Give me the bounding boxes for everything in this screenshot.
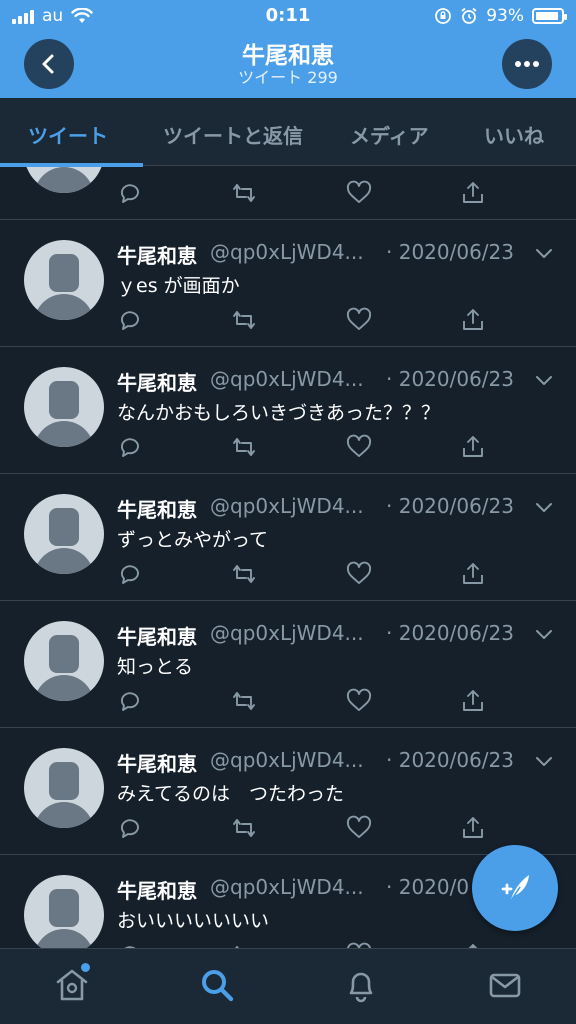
tab-tweets[interactable]: ツイート <box>28 120 108 149</box>
reply-icon[interactable] <box>117 561 143 587</box>
avatar[interactable] <box>24 875 104 948</box>
battery-icon <box>532 8 567 24</box>
retweet-icon[interactable] <box>231 434 257 460</box>
avatar[interactable] <box>24 494 104 574</box>
tweet-author-handle: @qp0xLjWD4... <box>210 621 364 645</box>
status-right: 93% <box>434 6 567 26</box>
more-horizontal-icon <box>515 61 539 67</box>
tweet-date: · 2020/06/23 <box>386 367 514 391</box>
tweet-date: · 2020/0 <box>386 875 470 899</box>
tweet-date: · 2020/06/23 <box>386 494 514 518</box>
avatar[interactable] <box>24 167 104 193</box>
share-icon[interactable] <box>460 561 486 587</box>
tweet-row[interactable] <box>0 167 576 220</box>
home-icon[interactable] <box>54 967 90 1003</box>
chevron-down-icon[interactable] <box>535 498 553 516</box>
search-icon[interactable] <box>199 967 235 1003</box>
like-icon[interactable] <box>346 561 372 587</box>
reply-icon[interactable] <box>117 307 143 333</box>
reply-icon[interactable] <box>117 688 143 714</box>
tweet-author-handle: @qp0xLjWD4... <box>210 748 364 772</box>
tweet-row[interactable]: 牛尾和恵 @qp0xLjWD4... · 2020/06/23 ずっとみやがって <box>0 474 576 601</box>
avatar[interactable] <box>24 367 104 447</box>
chevron-down-icon[interactable] <box>535 371 553 389</box>
avatar[interactable] <box>24 240 104 320</box>
share-icon[interactable] <box>460 688 486 714</box>
like-icon[interactable] <box>346 815 372 841</box>
status-bar: au 0:11 93% <box>0 0 576 32</box>
tweet-text: ずっとみやがって <box>117 529 269 551</box>
retweet-icon[interactable] <box>231 561 257 587</box>
tweet-row[interactable]: 牛尾和恵 @qp0xLjWD4... · 2020/06/23 なんかおもしろいきづき… <box>0 347 576 474</box>
chevron-down-icon[interactable] <box>535 752 553 770</box>
bottom-nav <box>0 948 576 1024</box>
battery-percent: 93% <box>486 6 524 26</box>
alarm-icon <box>461 7 477 24</box>
tweet-author-name: 牛尾和恵 <box>117 625 197 649</box>
top-bar: au 0:11 93% 牛尾和恵 ツイート 299 <box>0 0 576 98</box>
tweet-author-name: 牛尾和恵 <box>117 752 197 776</box>
retweet-icon[interactable] <box>231 180 257 206</box>
tweet-author-handle: @qp0xLjWD4... <box>210 875 364 899</box>
avatar[interactable] <box>24 621 104 701</box>
tweet-row[interactable]: 牛尾和恵 @qp0xLjWD4... · 2020/06/23 みえてるのは つたわっ… <box>0 728 576 855</box>
compose-feather-icon <box>501 875 529 903</box>
tweet-text: 知っとる <box>117 656 194 678</box>
profile-tabs: ツイート ツイートと返信 メディア いいね <box>0 98 576 166</box>
tweet-author-name: 牛尾和恵 <box>117 879 197 903</box>
avatar[interactable] <box>24 748 104 828</box>
tweet-author-handle: @qp0xLjWD4... <box>210 367 364 391</box>
tweet-row[interactable]: 牛尾和恵 @qp0xLjWD4... · 2020/06/23 ｙes が画面か <box>0 220 576 347</box>
tab-likes[interactable]: いいね <box>484 120 544 149</box>
tab-media[interactable]: メディア <box>350 120 429 149</box>
retweet-icon[interactable] <box>231 307 257 333</box>
tab-tweets-and-replies[interactable]: ツイートと返信 <box>163 120 303 149</box>
tweet-row[interactable]: 牛尾和恵 @qp0xLjWD4... · 2020/06/23 知っとる <box>0 601 576 728</box>
tweet-text: ｙes が画面か <box>117 275 240 297</box>
battery-fill <box>536 12 558 20</box>
reply-icon[interactable] <box>117 815 143 841</box>
tweet-author-handle: @qp0xLjWD4... <box>210 240 364 264</box>
share-icon[interactable] <box>460 434 486 460</box>
retweet-icon[interactable] <box>231 815 257 841</box>
tweet-author-name: 牛尾和恵 <box>117 498 197 522</box>
share-icon[interactable] <box>460 815 486 841</box>
tweet-author-name: 牛尾和恵 <box>117 244 197 268</box>
bell-icon[interactable] <box>343 967 379 1003</box>
reply-icon[interactable] <box>117 434 143 460</box>
home-notification-dot <box>81 963 90 972</box>
reply-icon[interactable] <box>117 180 143 206</box>
like-icon[interactable] <box>346 180 372 206</box>
tweet-author-name: 牛尾和恵 <box>117 371 197 395</box>
share-icon[interactable] <box>460 307 486 333</box>
rotation-lock-icon <box>435 8 452 24</box>
mail-icon[interactable] <box>487 967 523 1003</box>
share-icon[interactable] <box>460 180 486 206</box>
tweet-text: みえてるのは つたわった <box>117 783 345 805</box>
tweet-date: · 2020/06/23 <box>386 621 514 645</box>
tweet-text: おいいいいいいい <box>117 910 270 932</box>
like-icon[interactable] <box>346 434 372 460</box>
tweet-text: なんかおもしろいきづきあった？？？ <box>117 402 441 424</box>
like-icon[interactable] <box>346 688 372 714</box>
chevron-down-icon[interactable] <box>535 244 553 262</box>
chevron-down-icon[interactable] <box>535 625 553 643</box>
tweet-date: · 2020/06/23 <box>386 240 514 264</box>
tweet-author-handle: @qp0xLjWD4... <box>210 494 364 518</box>
retweet-icon[interactable] <box>231 688 257 714</box>
like-icon[interactable] <box>346 307 372 333</box>
tweet-feed[interactable]: 牛尾和恵 @qp0xLjWD4... · 2020/06/23 ｙes が画面か 牛尾和… <box>0 167 576 948</box>
compose-tweet-button[interactable] <box>472 845 558 931</box>
tweet-date: · 2020/06/23 <box>386 748 514 772</box>
more-button[interactable] <box>502 39 552 89</box>
tweet-count: ツイート 299 <box>238 68 338 87</box>
